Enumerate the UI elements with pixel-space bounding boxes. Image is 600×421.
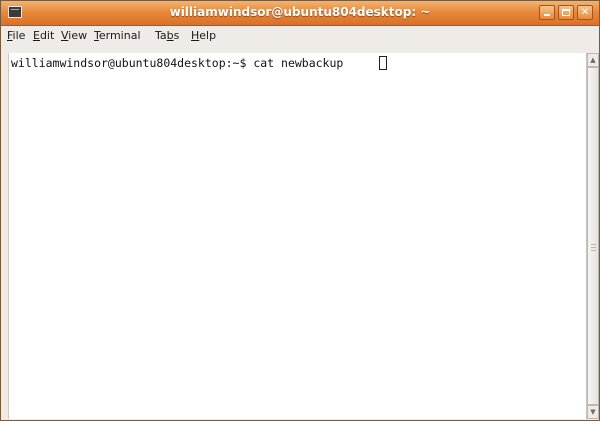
scroll-thumb[interactable] xyxy=(587,67,599,405)
terminal-window: williamwindsor@ubuntu804desktop: ~ ✕ Fil… xyxy=(0,0,600,421)
command-line: williamwindsor@ubuntu804desktop:~$ cat n… xyxy=(11,56,344,70)
minimize-icon xyxy=(544,14,550,16)
scroll-up-arrow-icon[interactable]: ▲ xyxy=(587,53,599,67)
minimize-button[interactable] xyxy=(539,5,555,20)
maximize-icon xyxy=(562,9,570,16)
menu-view[interactable]: View xyxy=(61,29,87,43)
terminal-output[interactable]: williamwindsor@ubuntu804desktop:~$ cat n… xyxy=(8,53,587,419)
menu-edit[interactable]: Edit xyxy=(33,29,54,43)
vertical-scrollbar[interactable]: ▲ ▼ xyxy=(586,53,599,419)
text-cursor xyxy=(379,56,387,70)
menu-file[interactable]: File xyxy=(7,29,25,43)
title-bar[interactable]: williamwindsor@ubuntu804desktop: ~ ✕ xyxy=(1,1,599,26)
window-title: williamwindsor@ubuntu804desktop: ~ xyxy=(169,5,431,19)
menu-tabs[interactable]: Tabs xyxy=(155,29,179,43)
close-button[interactable]: ✕ xyxy=(577,5,593,20)
scroll-down-arrow-icon[interactable]: ▼ xyxy=(587,405,599,419)
menu-help[interactable]: Help xyxy=(191,29,216,43)
close-icon: ✕ xyxy=(580,7,590,18)
menu-bar: File Edit View Terminal Tabs Help xyxy=(1,26,599,45)
menu-terminal[interactable]: Terminal xyxy=(94,29,141,43)
scroll-grip xyxy=(591,244,596,252)
maximize-button[interactable] xyxy=(558,5,574,20)
